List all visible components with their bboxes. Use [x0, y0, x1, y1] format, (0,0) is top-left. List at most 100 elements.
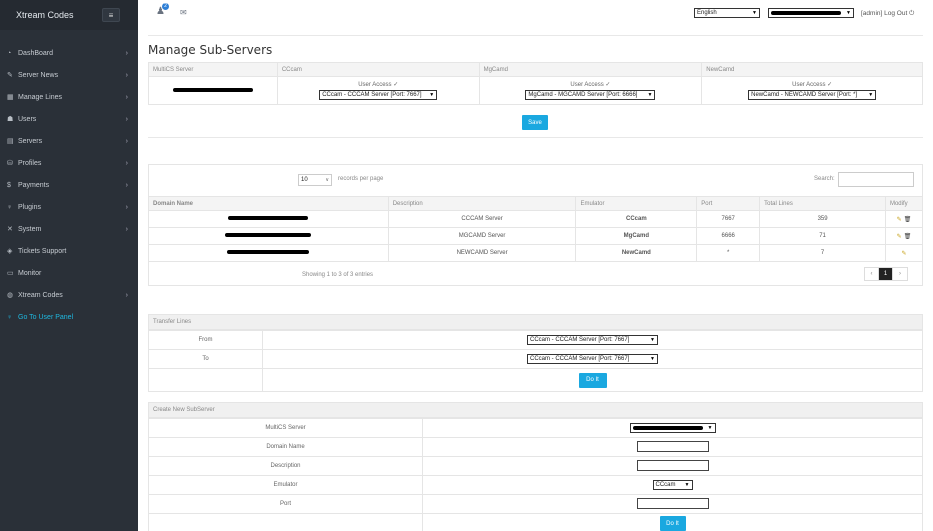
sidebar-item-label: Server News — [18, 71, 59, 79]
port-cell: 7667 — [696, 210, 761, 228]
chevron-right-icon: › — [125, 93, 128, 101]
monitor-icon: ▭ — [7, 270, 14, 277]
admin-logout-label: [admin] Log Out — [861, 10, 908, 17]
redacted-value — [771, 11, 841, 15]
sidebar-item-label: Users — [18, 115, 37, 123]
sidebar-item-dashboard[interactable]: ◔ DashBoard › — [0, 42, 138, 64]
globe-icon: ◍ — [7, 292, 14, 299]
from-label: From — [148, 330, 263, 350]
sidebar-item-xtream-codes[interactable]: ◍ Xtream Codes › — [0, 284, 138, 306]
sidebar-item-plugins[interactable]: ♀ Plugins › — [0, 196, 138, 218]
port-input[interactable] — [636, 497, 709, 509]
sidebar-item-tickets-support[interactable]: ◈ Tickets Support — [0, 240, 138, 262]
sidebar-item-payments[interactable]: $ Payments › — [0, 174, 138, 196]
edit-icon[interactable]: ✎ — [897, 234, 902, 240]
domain-name-input[interactable] — [636, 440, 709, 452]
sidebar-item-profiles[interactable]: ⛁ Profiles › — [0, 152, 138, 174]
sidebar-item-server-news[interactable]: ✎ Server News › — [0, 64, 138, 86]
bulb-icon: ♀ — [7, 203, 13, 211]
search-input[interactable] — [838, 172, 914, 187]
divider — [148, 137, 923, 138]
port-label: Port — [148, 494, 423, 514]
col-modify: Modify — [884, 196, 924, 211]
save-button[interactable]: Save — [522, 115, 548, 130]
sidebar-item-go-to-user-panel[interactable]: ♀ Go To User Panel — [0, 306, 138, 328]
topbar: ♟ 2 ✉ English ▼ ▼ [admin] Log Out ⏻ — [138, 0, 933, 30]
tag-icon: ◈ — [7, 248, 13, 255]
tools-icon: ✕ — [7, 226, 13, 233]
prev-page-button[interactable]: ‹ — [865, 268, 879, 280]
delete-icon[interactable]: 🗑 — [904, 234, 912, 240]
next-page-button[interactable]: › — [893, 268, 907, 280]
sidebar-item-label: Go To User Panel — [18, 313, 74, 321]
page-title: Manage Sub-Servers — [148, 43, 273, 57]
col-description[interactable]: Description — [387, 196, 577, 211]
table-row: CCCAM Server CCcam 7667 359 ✎ 🗑 — [148, 210, 924, 228]
brand-name[interactable]: Xtream Codes — [16, 10, 74, 20]
dashboard-icon: ◔ — [7, 49, 12, 57]
showing-entries: Showing 1 to 3 of 3 entries — [302, 272, 374, 278]
emulator-select[interactable]: CCcam ▼ — [652, 480, 693, 490]
table-row: MGCAMD Server MgCamd 6666 71 ✎ 🗑 — [148, 227, 924, 245]
from-cell: CCcam - CCCAM Server [Port: 7667] ▼ — [262, 330, 923, 350]
emulator-cell: MgCamd — [575, 227, 698, 245]
cccam-select[interactable]: CCcam - CCCAM Server [Port: 7667] ▼ — [319, 90, 438, 100]
logout-link[interactable]: [admin] Log Out ⏻ — [861, 10, 914, 18]
port-cell: * — [696, 244, 761, 262]
mgcamd-select[interactable]: MgCamd - MGCAMD Server [Port: 6666] ▼ — [525, 90, 656, 100]
sidebar-item-label: Profiles — [18, 159, 42, 167]
chevron-right-icon: › — [125, 115, 128, 123]
col-port[interactable]: Port — [696, 196, 761, 211]
description-input[interactable] — [636, 459, 709, 471]
newcamd-select[interactable]: NewCamd - NEWCAMD Server [Port: *] ▼ — [748, 90, 877, 100]
sidebar-item-label: Manage Lines — [18, 93, 62, 101]
sidebar-item-servers[interactable]: ▤ Servers › — [0, 130, 138, 152]
chevron-right-icon: › — [125, 71, 128, 79]
description-cell: NEWCAMD Server — [387, 244, 577, 262]
sidebar-item-users[interactable]: ☗ Users › — [0, 108, 138, 130]
redacted-value — [228, 216, 309, 220]
emulator-label: Emulator — [148, 475, 423, 495]
chevron-right-icon: › — [125, 225, 128, 233]
total-lines-cell: 359 — [759, 210, 886, 228]
emulator-cell: CCcam ▼ — [422, 475, 923, 495]
edit-icon[interactable]: ✎ — [897, 217, 902, 223]
col-total-lines[interactable]: Total Lines — [759, 196, 886, 211]
col-domain[interactable]: Domain Name — [148, 196, 389, 211]
multics-cell — [148, 76, 278, 105]
transfer-table: From CCcam - CCCAM Server [Port: 7667] ▼ … — [148, 330, 923, 392]
sidebar-item-system[interactable]: ✕ System › — [0, 218, 138, 240]
to-select[interactable]: CCcam - CCCAM Server [Port: 7667] ▼ — [527, 354, 658, 364]
port-cell: 6666 — [696, 227, 761, 245]
transfer-panel-title: Transfer Lines — [148, 314, 923, 330]
sidebar-item-label: Tickets Support — [18, 247, 67, 255]
sidebar-item-manage-lines[interactable]: ▦ Manage Lines › — [0, 86, 138, 108]
col-emulator[interactable]: Emulator — [575, 196, 698, 211]
account-select[interactable]: ▼ — [768, 8, 854, 18]
grid-icon: ▦ — [7, 94, 14, 101]
page-1-button[interactable]: 1 — [879, 268, 893, 280]
edit-icon[interactable]: ✎ — [901, 251, 906, 257]
from-select[interactable]: CCcam - CCCAM Server [Port: 7667] ▼ — [527, 335, 658, 345]
per-page-select[interactable]: 10 ∨ — [298, 174, 332, 186]
multics-select[interactable]: ▼ — [629, 423, 716, 433]
user-access-mgcamd[interactable]: User Access ✓ — [480, 81, 702, 88]
newcamd-cell: User Access ✓ NewCamd - NEWCAMD Server [… — [701, 76, 923, 105]
redacted-value — [172, 87, 253, 92]
transfer-do-it-button[interactable]: Do It — [578, 372, 607, 388]
create-do-it-button[interactable]: Do It — [659, 516, 686, 531]
modify-cell: ✎ 🗑 — [884, 210, 924, 228]
language-select[interactable]: English ▼ — [694, 8, 760, 18]
sidebar-item-monitor[interactable]: ▭ Monitor — [0, 262, 138, 284]
user-access-cccam[interactable]: User Access ✓ — [278, 81, 479, 88]
hamburger-icon[interactable]: ≡ — [102, 8, 120, 22]
delete-icon[interactable]: 🗑 — [904, 217, 912, 223]
user-access-newcamd[interactable]: User Access ✓ — [702, 81, 922, 88]
mail-icon[interactable]: ✉ — [180, 8, 187, 17]
port-cell — [422, 494, 923, 514]
table-row: NEWCAMD Server NewCamd * 7 ✎ — [148, 244, 924, 262]
divider — [148, 35, 923, 36]
language-value: English — [697, 10, 717, 16]
description-label: Description — [148, 456, 423, 476]
modify-cell: ✎ 🗑 — [884, 227, 924, 245]
